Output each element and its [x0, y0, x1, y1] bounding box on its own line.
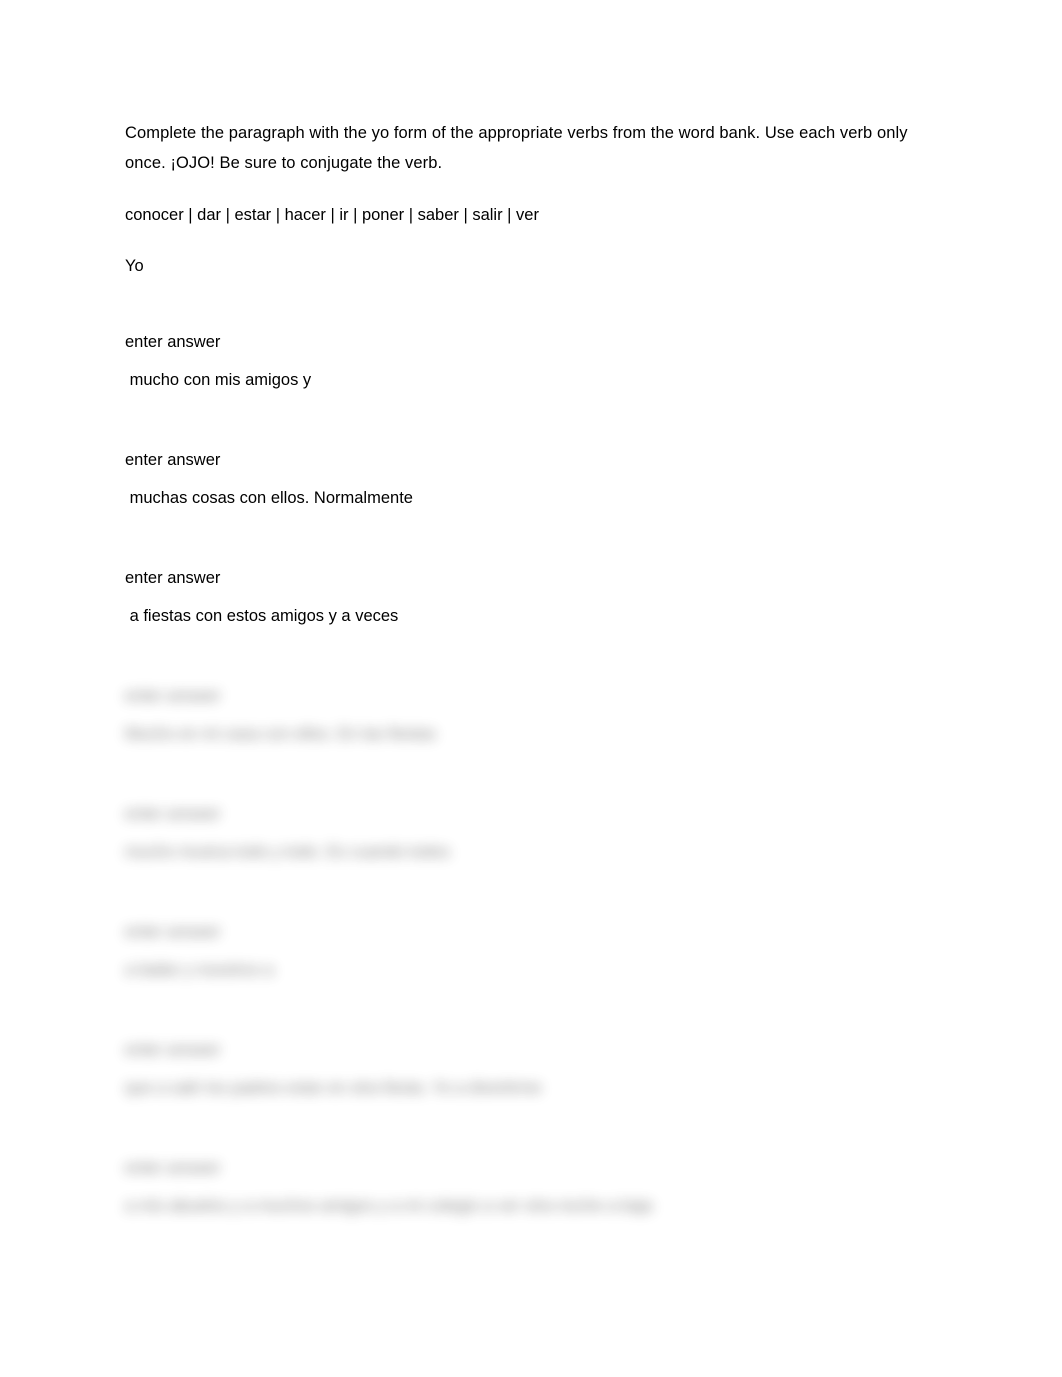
enter-answer-field[interactable]: enter answer — [125, 921, 925, 959]
answer-block: enter answer Mucho en mi casa con ellos.… — [125, 685, 925, 803]
word-bank: conocer | dar | estar | hacer | ir | pon… — [125, 206, 539, 224]
answer-tail-text: muchas cosas con ellos. Normalmente — [125, 489, 413, 507]
answer-tail-text: que a salir los padres estar en otra fie… — [125, 1079, 542, 1097]
worksheet-content: Complete the paragraph with the yo form … — [125, 118, 925, 1275]
answer-tail-text: mucho musica todo y todo. Es cuando todo… — [125, 843, 450, 861]
answer-tail-text: a bailar y nosotros a — [125, 961, 274, 979]
enter-answer-field[interactable]: enter answer — [125, 1039, 925, 1077]
paragraph-lead-in: Yo — [125, 257, 144, 275]
enter-answer-field[interactable]: enter answer — [125, 567, 925, 605]
answer-tail-text: a mis abuelos y a muchos amigos y a mi c… — [125, 1197, 653, 1215]
answer-block: enter answer mucho con mis amigos y — [125, 331, 925, 449]
enter-answer-field[interactable]: enter answer — [125, 331, 925, 369]
answer-tail-text: a fiestas con estos amigos y a veces — [125, 607, 399, 625]
enter-answer-field[interactable]: enter answer — [125, 1157, 925, 1195]
blurred-preview-section: enter answer Mucho en mi casa con ellos.… — [125, 685, 925, 1275]
answer-tail-text: mucho con mis amigos y — [125, 371, 312, 389]
answer-tail-text: Mucho en mi casa con ellos. En las fiest… — [125, 725, 436, 743]
answer-block: enter answer que a salir los padres esta… — [125, 1039, 925, 1157]
enter-answer-field[interactable]: enter answer — [125, 449, 925, 487]
answer-block: enter answer a bailar y nosotros a — [125, 921, 925, 1039]
answer-block: enter answer mucho musica todo y todo. E… — [125, 803, 925, 921]
answer-block: enter answer a fiestas con estos amigos … — [125, 567, 925, 685]
enter-answer-field[interactable]: enter answer — [125, 685, 925, 723]
instructions-paragraph: Complete the paragraph with the yo form … — [125, 124, 908, 172]
enter-answer-field[interactable]: enter answer — [125, 803, 925, 841]
answer-block: enter answer a mis abuelos y a muchos am… — [125, 1157, 925, 1275]
answer-block: enter answer muchas cosas con ellos. Nor… — [125, 449, 925, 567]
worksheet-page: Complete the paragraph with the yo form … — [0, 0, 1062, 1377]
